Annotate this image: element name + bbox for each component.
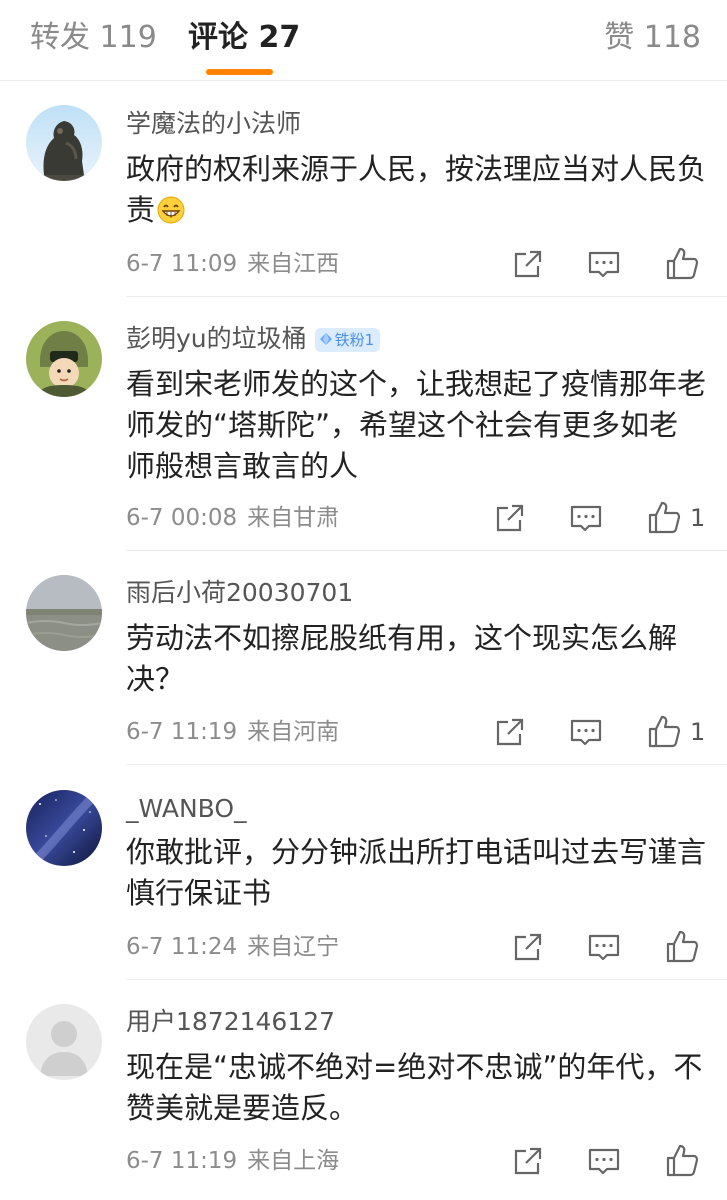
share-icon[interactable] (508, 1141, 548, 1181)
thumbs-up-icon[interactable] (662, 927, 702, 967)
like-count: 1 (690, 504, 706, 532)
avatar[interactable] (26, 790, 102, 866)
tab-forward[interactable]: 转发 119 (30, 18, 157, 58)
comment-time: 6-7 11:19 (126, 719, 238, 745)
comment-location: 来自辽宁 (247, 934, 340, 960)
comment-time: 6-7 11:24 (126, 934, 238, 960)
comment-item: 彭明yu的垃圾桶 铁粉1 看到宋老师发的这个，让我想起了疫情那年老师发的“塔斯陀”… (0, 297, 727, 551)
comment-username[interactable]: 用户1872146127 (126, 1005, 335, 1039)
avatar[interactable] (26, 321, 102, 397)
share-icon[interactable] (508, 927, 548, 967)
comment-time: 6-7 00:08 (126, 505, 238, 531)
avatar[interactable] (26, 1004, 102, 1080)
thumbs-up-icon[interactable] (644, 498, 684, 538)
comment-text: 劳动法不如擦屁股纸有用，这个现实怎么解决？ (126, 621, 678, 696)
reply-icon[interactable] (584, 1141, 624, 1181)
comment-location: 来自上海 (247, 1148, 340, 1174)
fan-badge: 铁粉1 (314, 328, 381, 353)
tab-likes[interactable]: 赞 118 (604, 18, 701, 58)
comment-meta: 6-7 11:19 来自河南 (126, 716, 339, 748)
thumbs-up-icon[interactable] (644, 712, 684, 752)
diamond-icon (319, 329, 333, 353)
grinning-emoji-icon (157, 194, 185, 235)
comment-meta: 6-7 00:08 来自甘肃 (126, 502, 339, 534)
comment-meta: 6-7 11:24 来自辽宁 (126, 931, 339, 963)
comment-username[interactable]: _WANBO_ (126, 792, 247, 826)
share-icon[interactable] (490, 498, 530, 538)
share-icon[interactable] (490, 712, 530, 752)
reply-icon[interactable] (584, 927, 624, 967)
comment-username[interactable]: 雨后小荷20030701 (126, 576, 353, 610)
comment-location: 来自河南 (247, 719, 340, 745)
tab-comments[interactable]: 评论 27 (188, 18, 300, 58)
avatar[interactable] (26, 575, 102, 651)
reply-icon[interactable] (566, 498, 606, 538)
comment-tabs: 转发 119 评论 27 赞 118 (0, 0, 727, 81)
comment-meta: 6-7 11:09 来自江西 (126, 248, 339, 280)
thumbs-up-icon[interactable] (662, 1141, 702, 1181)
comment-location: 来自甘肃 (247, 505, 340, 531)
comment-text: 你敢批评，分分钟派出所打电话叫过去写谨言慎行保证书 (126, 835, 707, 910)
comment-time: 6-7 11:09 (126, 251, 238, 277)
comment-text: 现在是“忠诚不绝对=绝对不忠诚”的年代，不赞美就是要造反。 (126, 1050, 703, 1125)
thumbs-up-icon[interactable] (662, 244, 702, 284)
avatar[interactable] (26, 105, 102, 181)
comment-username[interactable]: 彭明yu的垃圾桶 铁粉1 (126, 322, 381, 356)
reply-icon[interactable] (584, 244, 624, 284)
comment-text-content: 政府的权利来源于人民，按法理应当对人民负责 (126, 152, 707, 227)
comment-location: 来自江西 (247, 251, 340, 277)
comment-text: 政府的权利来源于人民，按法理应当对人民负责 (126, 149, 706, 235)
reply-icon[interactable] (566, 712, 606, 752)
comment-username-text: 彭明yu的垃圾桶 (126, 324, 307, 353)
comment-text: 看到宋老师发的这个，让我想起了疫情那年老师发的“塔斯陀”，希望这个社会有更多如老… (126, 367, 707, 483)
comment-item: _WANBO_ 你敢批评，分分钟派出所打电话叫过去写谨言慎行保证书 6-7 11… (0, 765, 727, 980)
fan-badge-label: 铁粉1 (334, 331, 375, 349)
comment-meta: 6-7 11:19 来自上海 (126, 1145, 339, 1177)
active-tab-indicator (206, 69, 273, 75)
comment-item: 用户1872146127 现在是“忠诚不绝对=绝对不忠诚”的年代，不赞美就是要造… (0, 980, 727, 1200)
comment-time: 6-7 11:19 (126, 1148, 238, 1174)
comment-item: 雨后小荷20030701 劳动法不如擦屁股纸有用，这个现实怎么解决？ 6-7 1… (0, 551, 727, 765)
comment-item: 学魔法的小法师 政府的权利来源于人民，按法理应当对人民负责 6-7 11:09 来… (0, 80, 727, 297)
like-count: 1 (690, 718, 706, 746)
comment-username[interactable]: 学魔法的小法师 (126, 107, 301, 141)
share-icon[interactable] (508, 244, 548, 284)
